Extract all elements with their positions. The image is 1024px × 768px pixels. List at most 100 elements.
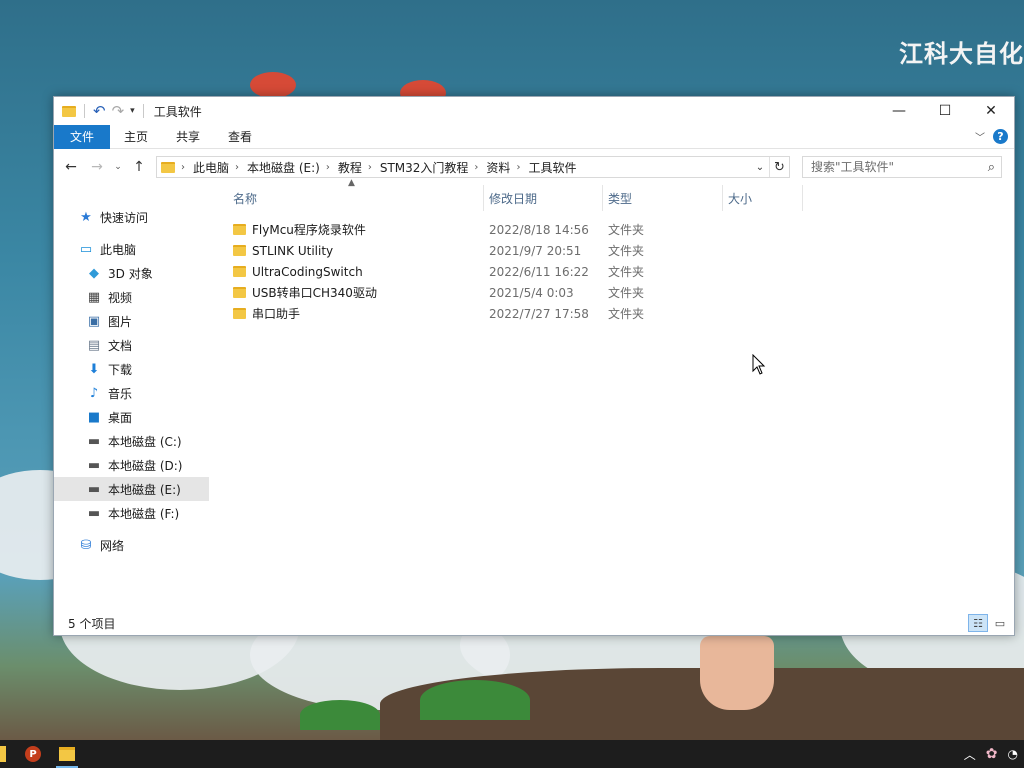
table-row[interactable]: STLINK Utility 2021/9/7 20:51 文件夹 — [228, 240, 1014, 261]
search-box[interactable]: ⌕ — [802, 156, 1002, 178]
sidebar-item-label: 3D 对象 — [108, 266, 153, 281]
undo-icon[interactable]: ↶ — [93, 103, 106, 119]
folder-icon — [233, 266, 246, 277]
divider — [142, 104, 144, 118]
wifi-icon[interactable]: ◔ — [1008, 747, 1018, 761]
taskbar-app-file-explorer[interactable] — [50, 740, 84, 768]
sidebar-item-downloads[interactable]: ⬇ 下载 — [54, 357, 209, 381]
quick-access-toolbar: ↶ ↷ ▾ — [54, 103, 146, 119]
powerpoint-icon: P — [25, 746, 41, 762]
recent-locations-dropdown-icon[interactable]: ⌄ — [112, 162, 124, 172]
help-icon[interactable]: ? — [993, 129, 1008, 144]
column-header-size[interactable]: 大小 — [723, 185, 803, 211]
window-title: 工具软件 — [153, 104, 202, 119]
tab-home[interactable]: 主页 — [110, 125, 162, 149]
taskbar-app-powerpoint[interactable]: P — [16, 740, 50, 768]
wallpaper-grass — [420, 680, 530, 720]
file-type: 文件夹 — [608, 286, 645, 300]
large-icons-view-icon[interactable]: ▭ — [990, 614, 1010, 632]
refresh-icon[interactable]: ↻ — [769, 157, 789, 177]
redo-icon[interactable]: ↷ — [112, 103, 125, 119]
sidebar-item-documents[interactable]: ▤ 文档 — [54, 333, 209, 357]
chevron-right-icon[interactable]: › — [368, 162, 372, 173]
chevron-right-icon[interactable]: › — [326, 162, 330, 173]
breadcrumb-this-pc[interactable]: 此电脑 — [193, 159, 229, 176]
table-row[interactable]: FlyMcu程序烧录软件 2022/8/18 14:56 文件夹 — [228, 219, 1014, 240]
close-button[interactable]: ✕ — [968, 97, 1014, 125]
breadcrumb-drive-e[interactable]: 本地磁盘 (E:) — [247, 159, 320, 176]
file-name-cell[interactable]: 串口助手 — [228, 303, 484, 324]
status-bar: 5 个项目 ☷ ▭ — [54, 611, 1014, 635]
tab-share[interactable]: 共享 — [162, 125, 214, 149]
column-header-type[interactable]: 类型 — [603, 185, 723, 211]
wallpaper-caption: 江科大自化 — [899, 40, 1024, 68]
sidebar-item-drive-f[interactable]: ▬ 本地磁盘 (F:) — [54, 501, 209, 525]
sidebar-item-label: 音乐 — [108, 386, 133, 401]
breadcrumb-tools[interactable]: 工具软件 — [528, 159, 576, 176]
file-rows: FlyMcu程序烧录软件 2022/8/18 14:56 文件夹 STLINK … — [210, 219, 1014, 324]
sidebar-item-this-pc[interactable]: ▭ 此电脑 — [54, 237, 209, 261]
folder-icon — [62, 105, 76, 117]
folder-icon — [233, 245, 246, 256]
table-row[interactable]: UltraCodingSwitch 2022/6/11 16:22 文件夹 — [228, 261, 1014, 282]
sidebar-item-3d-objects[interactable]: ◆ 3D 对象 — [54, 261, 209, 285]
navigation-pane: ★ 快速访问 ▭ 此电脑 ◆ 3D 对象 ▦ 视频 ▣ 图片 ▤ 文档 ⬇ 下载… — [54, 185, 210, 605]
chevron-right-icon[interactable]: › — [474, 162, 478, 173]
start-button[interactable] — [0, 746, 6, 762]
file-name-cell[interactable]: USB转串口CH340驱动 — [228, 282, 484, 303]
column-header-date[interactable]: 修改日期 — [484, 185, 603, 211]
sidebar-item-label: 本地磁盘 (F:) — [108, 506, 180, 521]
sidebar-item-drive-e[interactable]: ▬ 本地磁盘 (E:) — [54, 477, 209, 501]
sidebar-item-quick-access[interactable]: ★ 快速访问 — [54, 205, 209, 229]
sidebar-item-pictures[interactable]: ▣ 图片 — [54, 309, 209, 333]
chevron-right-icon[interactable]: › — [235, 162, 239, 173]
expand-ribbon-chevron-icon[interactable]: ﹀ — [975, 129, 985, 144]
search-input[interactable] — [811, 160, 976, 174]
breadcrumb-materials[interactable]: 资料 — [486, 159, 510, 176]
forward-arrow-icon[interactable]: → — [86, 156, 108, 178]
search-icon[interactable]: ⌕ — [988, 160, 995, 175]
breadcrumb-stm32[interactable]: STM32入门教程 — [380, 159, 469, 176]
explorer-body: ★ 快速访问 ▭ 此电脑 ◆ 3D 对象 ▦ 视频 ▣ 图片 ▤ 文档 ⬇ 下载… — [54, 178, 1014, 605]
chevron-right-icon[interactable]: › — [516, 162, 520, 173]
address-bar[interactable]: › 此电脑 › 本地磁盘 (E:) › 教程 › STM32入门教程 › 资料 … — [156, 156, 790, 178]
tab-view[interactable]: 查看 — [214, 125, 266, 149]
table-row[interactable]: USB转串口CH340驱动 2021/5/4 0:03 文件夹 — [228, 282, 1014, 303]
view-toggle: ☷ ▭ — [968, 614, 1010, 632]
up-arrow-icon[interactable]: ↑ — [128, 156, 150, 178]
file-type: 文件夹 — [608, 307, 645, 321]
title-bar[interactable]: ↶ ↷ ▾ 工具软件 — ☐ ✕ — [54, 97, 1014, 125]
column-header-name[interactable]: 名称 — [228, 185, 484, 211]
sidebar-item-desktop[interactable]: ■ 桌面 — [54, 405, 209, 429]
sidebar-item-label: 此电脑 — [100, 242, 137, 257]
customize-toolbar-dropdown-icon[interactable]: ▾ — [130, 106, 135, 116]
details-view-icon[interactable]: ☷ — [968, 614, 988, 632]
sidebar-item-network[interactable]: ⛁ 网络 — [54, 533, 209, 557]
file-name: FlyMcu程序烧录软件 — [252, 223, 366, 237]
back-arrow-icon[interactable]: ← — [60, 156, 82, 178]
show-hidden-icons-chevron-icon[interactable]: ︿ — [964, 746, 976, 763]
file-explorer-window: ↶ ↷ ▾ 工具软件 — ☐ ✕ 文件 主页 共享 查看 ﹀ ? ← → ⌄ ↑… — [53, 96, 1015, 636]
file-name-cell[interactable]: FlyMcu程序烧录软件 — [228, 219, 484, 240]
file-name-cell[interactable]: STLINK Utility — [228, 240, 484, 261]
chevron-right-icon[interactable]: › — [181, 162, 185, 173]
sidebar-item-drive-d[interactable]: ▬ 本地磁盘 (D:) — [54, 453, 209, 477]
drive-icon: ▬ — [87, 433, 101, 449]
table-row[interactable]: 串口助手 2022/7/27 17:58 文件夹 — [228, 303, 1014, 324]
sidebar-item-label: 本地磁盘 (E:) — [108, 482, 181, 497]
tab-file[interactable]: 文件 — [54, 124, 110, 149]
sidebar-item-drive-c[interactable]: ▬ 本地磁盘 (C:) — [54, 429, 209, 453]
minimize-button[interactable]: — — [876, 97, 922, 125]
address-history-dropdown-icon[interactable]: ⌄ — [751, 162, 769, 173]
pictures-icon: ▣ — [87, 313, 101, 329]
sidebar-item-music[interactable]: ♪ 音乐 — [54, 381, 209, 405]
maximize-button[interactable]: ☐ — [922, 97, 968, 125]
file-name-cell[interactable]: UltraCodingSwitch — [228, 261, 484, 282]
wallpaper-grass — [300, 700, 380, 730]
file-type: 文件夹 — [608, 244, 645, 258]
breadcrumb-tutorial[interactable]: 教程 — [338, 159, 362, 176]
sidebar-item-videos[interactable]: ▦ 视频 — [54, 285, 209, 309]
sidebar-item-label: 本地磁盘 (D:) — [108, 458, 183, 473]
file-explorer-icon — [59, 747, 75, 761]
app-tray-flower-icon[interactable]: ✿ — [986, 746, 998, 762]
